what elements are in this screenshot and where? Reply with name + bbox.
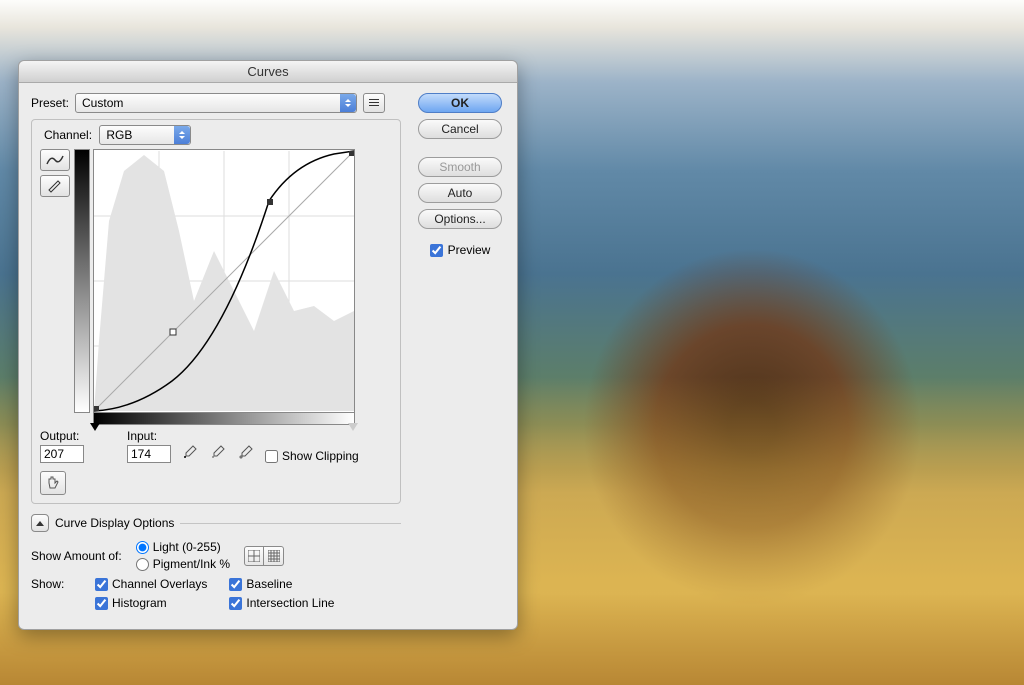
pencil-tool-button[interactable]	[40, 175, 70, 197]
menu-icon	[368, 97, 380, 109]
divider	[180, 523, 401, 524]
horizontal-gradient[interactable]	[93, 413, 355, 425]
baseline-checkbox[interactable]: Baseline	[229, 577, 334, 591]
photo-subject	[582, 247, 922, 607]
channel-value: RGB	[106, 128, 132, 142]
histogram-checkbox[interactable]: Histogram	[95, 596, 207, 610]
gray-eyedropper[interactable]	[207, 441, 229, 463]
output-label: Output:	[40, 429, 92, 443]
black-eyedropper[interactable]	[179, 441, 201, 463]
preset-menu-button[interactable]	[363, 93, 385, 113]
input-input[interactable]	[127, 445, 171, 463]
curves-graph[interactable]	[93, 149, 355, 413]
grid-icon	[268, 550, 280, 562]
input-label: Input:	[127, 429, 171, 443]
preset-select[interactable]: Custom	[75, 93, 357, 113]
pigment-radio[interactable]: Pigment/Ink %	[136, 557, 230, 571]
vertical-gradient	[74, 149, 90, 413]
graph-svg	[94, 150, 354, 412]
channel-label: Channel:	[44, 128, 92, 142]
select-arrows-icon	[340, 94, 356, 112]
curve-tool-button[interactable]	[40, 149, 70, 171]
hand-tool-button[interactable]	[40, 471, 66, 495]
select-arrows-icon	[174, 126, 190, 144]
white-point-slider[interactable]	[348, 423, 358, 431]
eyedropper-icon	[238, 444, 254, 460]
show-amount-label: Show Amount of:	[31, 549, 122, 563]
grid-fine-button[interactable]	[264, 546, 284, 566]
disclosure-triangle[interactable]	[31, 514, 49, 532]
intersection-checkbox[interactable]: Intersection Line	[229, 596, 334, 610]
pencil-icon	[45, 179, 65, 193]
curve-icon	[45, 153, 65, 167]
output-input[interactable]	[40, 445, 84, 463]
show-label: Show:	[31, 577, 73, 610]
grid-coarse-button[interactable]	[244, 546, 264, 566]
curve-display-options-label: Curve Display Options	[55, 516, 174, 530]
preview-checkbox[interactable]: Preview	[430, 243, 491, 257]
eyedropper-icon	[182, 444, 198, 460]
auto-button[interactable]: Auto	[418, 183, 502, 203]
preset-label: Preset:	[31, 96, 69, 110]
grid-icon	[248, 550, 260, 562]
eyedropper-icon	[210, 444, 226, 460]
white-eyedropper[interactable]	[235, 441, 257, 463]
dialog-titlebar[interactable]: Curves	[19, 61, 517, 83]
show-clipping-checkbox[interactable]: Show Clipping	[265, 449, 359, 463]
smooth-button[interactable]: Smooth	[418, 157, 502, 177]
channel-select[interactable]: RGB	[99, 125, 191, 145]
curves-dialog: Curves Preset: Custom Channel: RGB	[18, 60, 518, 630]
dialog-title: Curves	[247, 64, 288, 79]
preset-value: Custom	[82, 96, 123, 110]
cancel-button[interactable]: Cancel	[418, 119, 502, 139]
ok-button[interactable]: OK	[418, 93, 502, 113]
light-radio[interactable]: Light (0-255)	[136, 540, 230, 554]
hand-icon	[44, 474, 62, 492]
channel-overlays-checkbox[interactable]: Channel Overlays	[95, 577, 207, 591]
black-point-slider[interactable]	[90, 423, 100, 431]
options-button[interactable]: Options...	[418, 209, 502, 229]
